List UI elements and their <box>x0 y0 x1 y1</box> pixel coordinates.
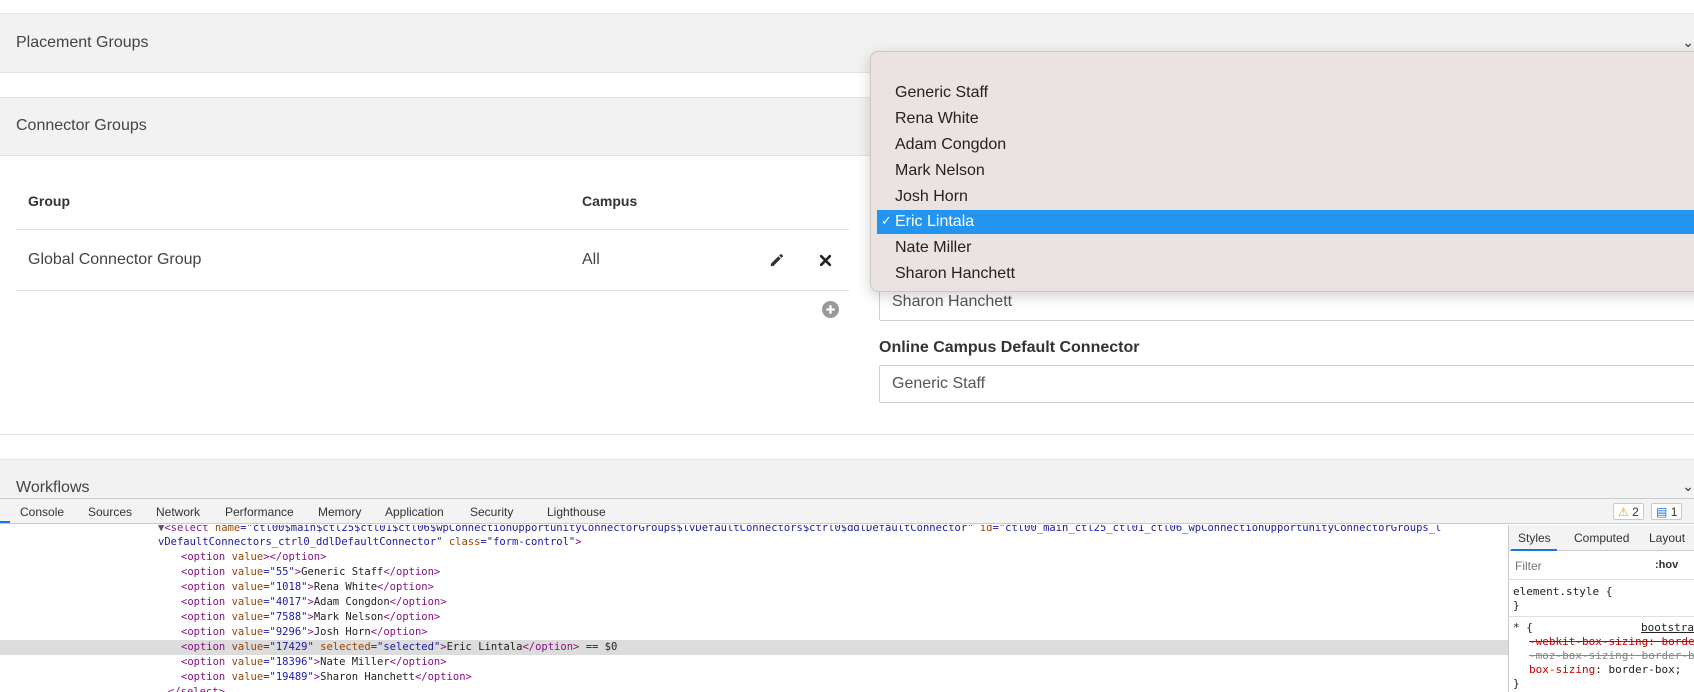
connector-groups-title: Connector Groups <box>16 117 147 134</box>
chevron-down-icon[interactable]: ⌄ <box>1682 34 1694 51</box>
styles-filter-input[interactable] <box>1513 557 1633 575</box>
checkmark-icon: ✓ <box>881 213 892 228</box>
dropdown-option[interactable]: Sharon Hanchett <box>877 262 1694 286</box>
dom-option-line[interactable]: <option value="4017">Adam Congdon</optio… <box>181 595 447 610</box>
elements-dom-tree: ▼<select name="ctl00$main$ctl25$ctl01$ct… <box>0 525 1508 692</box>
messages-count: 1 <box>1670 505 1678 519</box>
tab-layout[interactable]: Layout <box>1649 531 1685 545</box>
placement-groups-title: Placement Groups <box>16 34 149 51</box>
declaration-value: : border-box; <box>1595 663 1682 676</box>
online-campus-label: Online Campus Default Connector <box>879 339 1140 356</box>
dom-option-line[interactable]: <option value="55">Generic Staff</option… <box>181 565 440 580</box>
styles-pane: Styles Computed Layout :hov element.styl… <box>1508 525 1694 692</box>
tab-lighthouse[interactable]: Lighthouse <box>547 505 606 519</box>
online-campus-select[interactable]: Generic Staff ⌄ <box>879 365 1694 403</box>
warnings-badge[interactable]: ⚠ 2 <box>1613 503 1644 520</box>
message-icon: ▤ <box>1656 505 1668 519</box>
dom-option-line[interactable]: <option value="18396">Nate Miller</optio… <box>181 655 447 670</box>
tab-sources[interactable]: Sources <box>88 505 132 519</box>
add-circle-icon[interactable] <box>820 299 840 319</box>
dropdown-option[interactable]: Mark Nelson <box>877 159 1694 183</box>
tab-application[interactable]: Application <box>385 505 444 519</box>
rule-source-link[interactable]: bootstrap. <box>1641 621 1694 634</box>
declaration-property: box-sizing <box>1529 663 1596 676</box>
tab-computed[interactable]: Computed <box>1574 531 1629 545</box>
campus-column-header: Campus <box>582 193 638 209</box>
tab-console[interactable]: Console <box>20 505 64 519</box>
messages-badge[interactable]: ▤ 1 <box>1651 503 1683 520</box>
section-divider <box>0 434 1694 435</box>
tab-memory[interactable]: Memory <box>318 505 361 519</box>
dropdown-option[interactable]: Nate Miller <box>877 236 1694 260</box>
group-cell: Global Connector Group <box>28 251 202 268</box>
dom-select-close-line[interactable]: </select> <box>168 685 225 692</box>
dom-option-line[interactable]: <option value></option> <box>181 550 326 565</box>
dropdown-option[interactable]: Rena White <box>877 107 1694 131</box>
tab-network[interactable]: Network <box>156 505 200 519</box>
warning-icon: ⚠ <box>1618 505 1629 519</box>
dropdown-option-selected[interactable]: ✓ Eric Lintala <box>877 210 1694 234</box>
select-id-cont: vDefaultConnectors_ctrl0_ddlDefaultConne… <box>158 536 443 548</box>
dom-select-open-line-cont[interactable]: vDefaultConnectors_ctrl0_ddlDefaultConne… <box>158 535 582 550</box>
dropdown-option[interactable]: Generic Staff <box>877 81 1694 105</box>
devtools-tab-bar: Console Sources Network Performance Memo… <box>0 498 1694 524</box>
workflows-title: Workflows <box>16 479 90 496</box>
default-connector-value: Sharon Hanchett <box>892 293 1013 310</box>
campus-cell: All <box>582 251 600 268</box>
group-column-header: Group <box>28 193 70 209</box>
active-declaration[interactable]: box-sizing: border-box; <box>1529 663 1681 676</box>
universal-rule-close: } <box>1513 677 1520 690</box>
dropdown-option[interactable]: Josh Horn <box>877 185 1694 209</box>
hover-state-toggle[interactable]: :hov <box>1655 559 1678 571</box>
styles-divider <box>1509 579 1694 580</box>
select-name-value: "ctl00$main$ctl25$ctl01$ctl06$wpConnecti… <box>246 525 974 534</box>
overridden-declaration[interactable]: -moz-box-sizing: border-b <box>1529 649 1694 662</box>
dropdown-option[interactable]: Adam Congdon <box>877 133 1694 157</box>
warnings-count: 2 <box>1632 505 1639 519</box>
edit-pencil-icon[interactable] <box>766 250 786 270</box>
online-campus-value: Generic Staff <box>892 375 986 392</box>
active-tab-indicator <box>1511 549 1557 551</box>
tab-styles[interactable]: Styles <box>1518 531 1551 545</box>
table-divider-bottom <box>16 290 849 291</box>
chevron-down-icon[interactable]: ⌄ <box>1682 478 1694 495</box>
dom-option-line[interactable]: <option value="1018">Rena White</option> <box>181 580 434 595</box>
dom-option-line-selected[interactable]: <option value="17429" selected="selected… <box>181 640 617 655</box>
delete-x-icon[interactable] <box>815 250 835 270</box>
styles-divider <box>1509 616 1694 617</box>
tab-security[interactable]: Security <box>470 505 513 519</box>
workflows-panel[interactable]: Workflows ⌄ <box>0 459 1694 499</box>
dom-option-line[interactable]: <option value="9296">Josh Horn</option> <box>181 625 428 640</box>
overridden-declaration[interactable]: -webkit-box-sizing: borde <box>1529 635 1694 648</box>
select-id-value: "ctl00_main_ctl25_ctl01_ctl06_wpConnecti… <box>998 525 1442 534</box>
dom-option-line[interactable]: <option value="19489">Sharon Hanchett</o… <box>181 670 472 685</box>
universal-rule-selector[interactable]: * { <box>1513 621 1533 634</box>
connector-dropdown-list[interactable]: Generic Staff Rena White Adam Congdon Ma… <box>870 51 1694 292</box>
element-style-rule[interactable]: element.style { <box>1513 585 1612 598</box>
table-divider <box>16 229 849 230</box>
dom-option-line[interactable]: <option value="7588">Mark Nelson</option… <box>181 610 440 625</box>
active-tab-indicator <box>0 521 10 523</box>
selected-option-label: Eric Lintala <box>895 213 975 230</box>
element-style-close: } <box>1513 599 1520 612</box>
tab-performance[interactable]: Performance <box>225 505 294 519</box>
select-class-value: "form-control" <box>486 536 576 548</box>
styles-tab-bar: Styles Computed Layout <box>1509 525 1694 551</box>
